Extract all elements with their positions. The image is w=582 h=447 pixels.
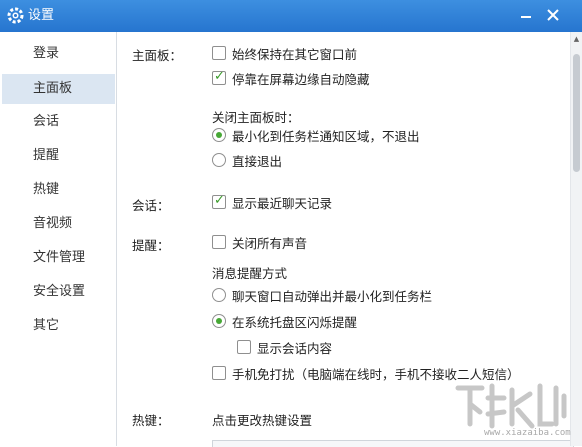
reminder-method-heading: 消息提醒方式	[212, 266, 288, 281]
main-panel-section-label: 主面板：	[132, 48, 183, 63]
checkbox-box[interactable]: ✓	[212, 69, 226, 85]
checkbox-label: 停靠在屏幕边缘自动隐藏	[232, 72, 370, 87]
checkbox-box[interactable]: ✓	[212, 193, 226, 209]
check-icon: ✓	[214, 193, 225, 208]
checkbox-box[interactable]	[212, 366, 226, 380]
radio-selected-dot	[216, 132, 222, 138]
exit-directly-radio[interactable]: 直接退出	[212, 153, 532, 171]
reminder-section-label: 提醒：	[132, 238, 170, 253]
sidebar-item-audio-video[interactable]: 音视频	[2, 209, 115, 239]
sidebar-item-label: 提醒	[33, 148, 60, 163]
radio-circle[interactable]	[212, 128, 226, 142]
watermark-url: www.xiazaiba.com	[484, 428, 571, 438]
sidebar-item-reminder[interactable]: 提醒	[2, 141, 115, 171]
dock-auto-hide-checkbox[interactable]: ✓ 停靠在屏幕边缘自动隐藏	[212, 69, 532, 89]
check-icon: ✓	[214, 69, 225, 84]
radio-label: 在系统托盘区闪烁提醒	[232, 315, 358, 330]
radio-selected-dot	[216, 318, 222, 324]
radio-circle[interactable]	[212, 153, 226, 167]
gear-icon	[7, 7, 24, 24]
sidebar-item-login[interactable]: 登录	[2, 39, 115, 69]
sidebar-item-label: 音视频	[33, 216, 73, 231]
sidebar-item-label: 其它	[33, 318, 60, 333]
sidebar-item-security[interactable]: 安全设置	[2, 277, 115, 307]
minimize-to-tray-radio[interactable]: 最小化到任务栏通知区域，不退出	[212, 128, 532, 146]
checkbox-box[interactable]	[237, 340, 251, 354]
sidebar-item-main-panel[interactable]: 主面板	[2, 74, 115, 104]
popup-minimize-radio[interactable]: 聊天窗口自动弹出并最小化到任务栏	[212, 288, 542, 306]
sidebar-item-label: 会话	[33, 114, 60, 129]
checkbox-box[interactable]	[212, 46, 226, 60]
sidebar-item-file-management[interactable]: 文件管理	[2, 243, 115, 273]
sidebar-item-other[interactable]: 其它	[2, 311, 115, 341]
title-bar: 设置	[0, 0, 582, 32]
hotkey-section-label: 热键：	[132, 413, 170, 428]
vertical-scrollbar[interactable]: ▲	[570, 32, 582, 446]
radio-label: 最小化到任务栏通知区域，不退出	[232, 129, 420, 144]
sidebar-item-label: 热键	[33, 182, 60, 197]
tray-flash-radio[interactable]: 在系统托盘区闪烁提醒	[212, 314, 542, 332]
checkbox-label: 关闭所有声音	[232, 236, 308, 251]
checkbox-label: 始终保持在其它窗口前	[232, 47, 358, 62]
show-session-content-checkbox[interactable]: 显示会话内容	[237, 340, 537, 358]
mute-all-sounds-checkbox[interactable]: 关闭所有声音	[212, 235, 532, 253]
change-hotkey-link[interactable]: 点击更改热键设置	[212, 410, 312, 429]
close-icon	[547, 9, 559, 21]
window-title: 设置	[28, 8, 55, 23]
sidebar: 登录 主面板 会话 提醒 热键 音视频 文件管理 安全设置 其它	[0, 32, 117, 446]
minimize-icon	[521, 16, 531, 18]
close-button[interactable]	[543, 6, 563, 26]
sidebar-item-label: 登录	[33, 46, 60, 61]
radio-circle[interactable]	[212, 288, 226, 302]
sidebar-item-label: 安全设置	[33, 284, 86, 299]
minimize-button[interactable]	[516, 6, 536, 26]
radio-label: 聊天窗口自动弹出并最小化到任务栏	[232, 289, 433, 304]
sidebar-item-session[interactable]: 会话	[2, 107, 115, 137]
close-panel-heading: 关闭主面板时：	[212, 110, 300, 125]
scroll-thumb[interactable]	[573, 54, 580, 172]
sidebar-item-hotkey[interactable]: 热键	[2, 175, 115, 205]
checkbox-box[interactable]	[212, 235, 226, 249]
radio-circle[interactable]	[212, 314, 226, 328]
show-recent-chat-checkbox[interactable]: ✓ 显示最近聊天记录	[212, 193, 532, 213]
checkbox-label: 显示最近聊天记录	[232, 196, 333, 211]
sidebar-item-label: 文件管理	[33, 250, 86, 265]
session-section-label: 会话：	[132, 198, 170, 213]
scroll-up-arrow-icon[interactable]: ▲	[571, 34, 582, 44]
sidebar-item-label: 主面板	[33, 81, 73, 96]
radio-label: 直接退出	[232, 154, 283, 169]
always-on-top-checkbox[interactable]: 始终保持在其它窗口前	[212, 46, 532, 64]
checkbox-label: 显示会话内容	[257, 341, 333, 356]
